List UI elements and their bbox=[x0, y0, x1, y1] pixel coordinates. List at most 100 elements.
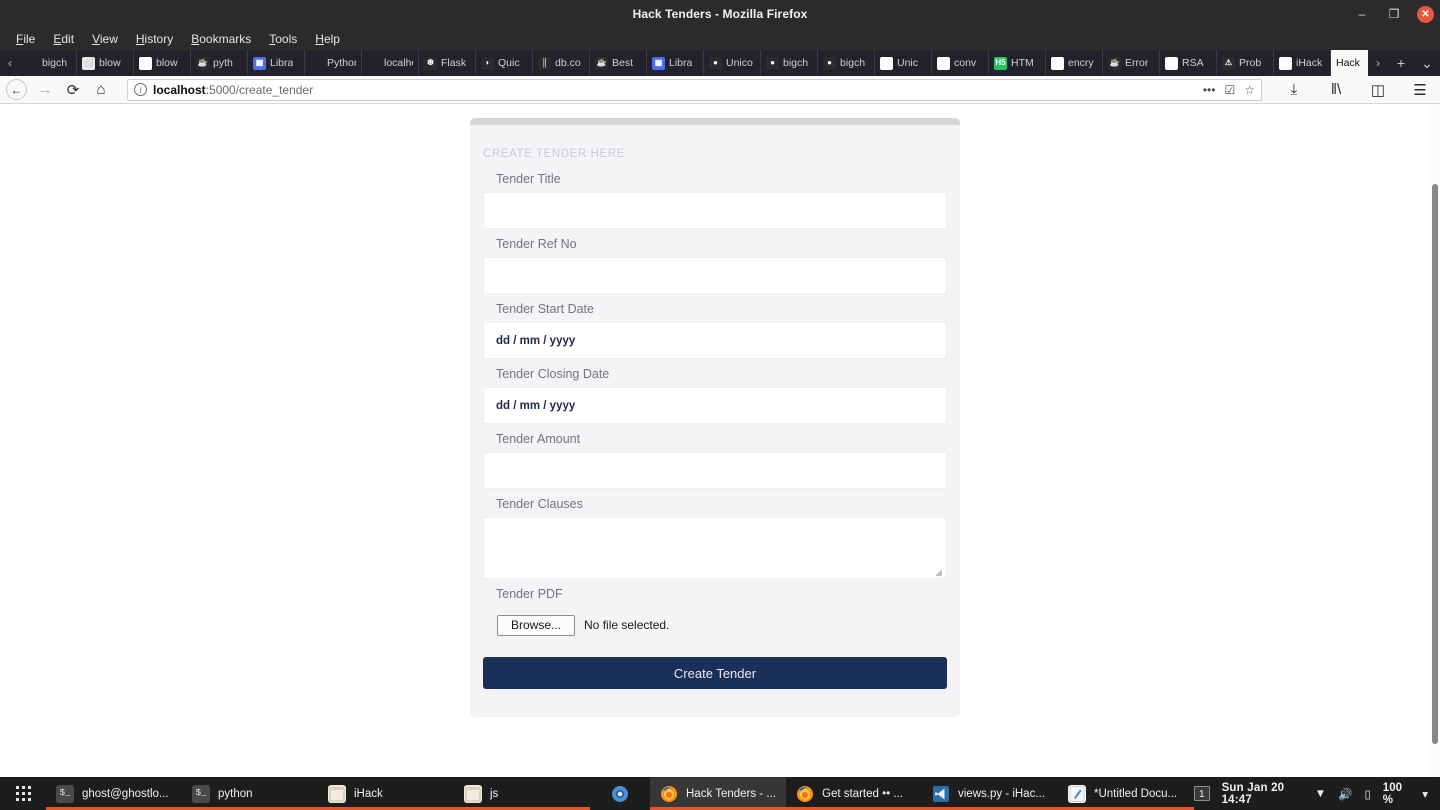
tab-label: iHack bbox=[1296, 57, 1323, 69]
browser-tab[interactable]: ● Unico bbox=[704, 50, 761, 76]
browser-tab[interactable]: localhos bbox=[362, 50, 419, 76]
bookmark-star-icon[interactable]: ☆ bbox=[1244, 83, 1255, 97]
browse-button[interactable]: Browse... bbox=[497, 614, 576, 636]
browser-tab[interactable]: Gconv bbox=[932, 50, 989, 76]
tab-label: Unic bbox=[897, 57, 919, 69]
input-tender-ref-no[interactable] bbox=[483, 257, 947, 294]
close-icon[interactable]: ✕ bbox=[1417, 5, 1434, 23]
create-tender-button[interactable]: Create Tender bbox=[483, 657, 947, 689]
downloads-icon[interactable]: ⤓ bbox=[1280, 78, 1308, 102]
library-icon[interactable]: ‖\ bbox=[1322, 78, 1350, 102]
browser-tab[interactable]: ☕ Error bbox=[1103, 50, 1160, 76]
clock[interactable]: Sun Jan 20 14:47 bbox=[1222, 782, 1303, 806]
menu-item-view[interactable]: View bbox=[84, 30, 126, 48]
input-tender-title[interactable] bbox=[483, 192, 947, 229]
page-scrollbar[interactable] bbox=[1430, 104, 1440, 777]
input-tender-clauses[interactable]: ◢ bbox=[483, 517, 947, 579]
folder-icon bbox=[328, 784, 346, 803]
minimize-icon[interactable]: – bbox=[1353, 5, 1371, 23]
toolbar-right-icons: ⤓ ‖\ ◫ ☰ bbox=[1270, 78, 1434, 102]
browser-tab[interactable]: ☕ Best bbox=[590, 50, 647, 76]
tab-label: bigch bbox=[783, 57, 809, 69]
browser-tab[interactable]: ▦ Libra bbox=[647, 50, 704, 76]
input-tender-pdf[interactable]: Browse... No file selected. bbox=[483, 607, 947, 643]
taskbar-item[interactable]: *Untitled Docu... bbox=[1058, 777, 1194, 810]
tab-label: Best bbox=[612, 57, 634, 69]
browser-tab[interactable]: G Unic bbox=[875, 50, 932, 76]
list-all-tabs-icon[interactable]: ⌄ bbox=[1414, 50, 1440, 76]
hamburger-menu-icon[interactable]: ☰ bbox=[1406, 78, 1434, 102]
card-top-accent-bar bbox=[470, 118, 960, 125]
volume-icon[interactable]: 🔊 bbox=[1338, 787, 1352, 801]
address-bar[interactable]: i localhost:5000/create_tender ••• ☑ ☆ bbox=[127, 78, 1262, 101]
menu-item-file[interactable]: File bbox=[8, 30, 43, 48]
label-tender-clauses: Tender Clauses bbox=[496, 497, 583, 511]
browser-tab[interactable]: H5 HTM bbox=[989, 50, 1046, 76]
browser-tab[interactable]: ◗ Quic bbox=[476, 50, 533, 76]
show-applications-icon[interactable] bbox=[0, 777, 46, 810]
label-tender-amount: Tender Amount bbox=[496, 432, 581, 446]
taskbar-item[interactable]: views.py - iHac... bbox=[922, 777, 1058, 810]
browser-tab[interactable]: G RSA bbox=[1160, 50, 1217, 76]
google-icon: G bbox=[880, 56, 893, 70]
java-icon: ☕ bbox=[196, 56, 209, 70]
browser-tab[interactable]: ⚠ Prob bbox=[1217, 50, 1274, 76]
maximize-icon[interactable]: ❐ bbox=[1385, 5, 1403, 23]
submit-row: Create Tender bbox=[470, 643, 960, 689]
forward-icon[interactable]: → bbox=[31, 78, 59, 102]
database-icon: ║ bbox=[538, 56, 551, 70]
battery-icon[interactable]: ▯ bbox=[1364, 787, 1370, 801]
input-tender-amount[interactable] bbox=[483, 452, 947, 489]
tab-label: Libra bbox=[270, 57, 294, 69]
workspace-indicator[interactable]: 1 bbox=[1194, 786, 1210, 801]
browser-tab[interactable]: DiHack bbox=[1274, 50, 1331, 76]
grid-icon: ▦ bbox=[253, 56, 266, 70]
menu-item-help[interactable]: Help bbox=[307, 30, 348, 48]
taskbar-item[interactable]: Get started •• ... bbox=[786, 777, 922, 810]
taskbar-item[interactable]: Hack Tenders - ... bbox=[650, 777, 786, 810]
browser-tab[interactable]: ⬜ blow bbox=[77, 50, 134, 76]
tab-label: blow bbox=[156, 57, 178, 69]
page-scrollbar-thumb[interactable] bbox=[1432, 184, 1438, 744]
back-icon[interactable]: ← bbox=[6, 79, 27, 100]
input-tender-start-date[interactable]: dd / mm / yyyy bbox=[483, 322, 947, 359]
input-tender-closing-date[interactable]: dd / mm / yyyy bbox=[483, 387, 947, 424]
browser-tab[interactable]: Python a bbox=[305, 50, 362, 76]
resize-grip-icon[interactable]: ◢ bbox=[935, 568, 944, 577]
java-icon: ☕ bbox=[595, 56, 608, 70]
browser-tab[interactable]: bigch bbox=[20, 50, 77, 76]
network-icon[interactable]: ▼ bbox=[1315, 788, 1326, 800]
tab-scroll-left-icon[interactable]: ‹ bbox=[0, 50, 20, 76]
reload-icon[interactable]: ⟳ bbox=[59, 78, 87, 102]
menu-item-history[interactable]: History bbox=[128, 30, 181, 48]
browser-tab[interactable]: Gencry bbox=[1046, 50, 1103, 76]
chromium-icon bbox=[611, 785, 629, 803]
menu-item-tools[interactable]: Tools bbox=[261, 30, 305, 48]
browser-tab[interactable]: ▦ Libra bbox=[248, 50, 305, 76]
browser-tab[interactable]: Gblow bbox=[134, 50, 191, 76]
taskbar-item[interactable] bbox=[590, 777, 650, 810]
browser-tab-bar: ‹ bigch⬜blowGblow☕pyth▦LibraPython aloca… bbox=[0, 50, 1440, 76]
browser-tab[interactable]: ☕ pyth bbox=[191, 50, 248, 76]
browser-tab[interactable]: ║ db.co bbox=[533, 50, 590, 76]
browser-tab[interactable]: ● bigch bbox=[761, 50, 818, 76]
browser-tab[interactable]: ❆ Flask bbox=[419, 50, 476, 76]
tab-scroll-right-icon[interactable]: › bbox=[1368, 50, 1388, 76]
chevron-down-icon[interactable]: ▾ bbox=[1422, 787, 1428, 801]
taskbar-item[interactable]: js bbox=[454, 777, 590, 810]
sidebar-icon[interactable]: ◫ bbox=[1364, 78, 1392, 102]
taskbar-item[interactable]: iHack bbox=[318, 777, 454, 810]
menu-bar: File Edit View History Bookmarks Tools Help bbox=[0, 28, 1440, 50]
new-tab-button[interactable]: + bbox=[1388, 50, 1414, 76]
taskbar-item[interactable]: $_ python bbox=[182, 777, 318, 810]
page-actions-icon[interactable]: ••• bbox=[1203, 83, 1216, 97]
browser-tab[interactable]: ● bigch bbox=[818, 50, 875, 76]
browser-tab-active[interactable]: Hack✕ bbox=[1331, 50, 1368, 76]
firefox-icon bbox=[796, 785, 814, 803]
menu-item-edit[interactable]: Edit bbox=[45, 30, 82, 48]
menu-item-bookmarks[interactable]: Bookmarks bbox=[183, 30, 259, 48]
site-info-icon[interactable]: i bbox=[134, 83, 147, 96]
home-icon[interactable]: ⌂ bbox=[87, 78, 115, 102]
reader-mode-icon[interactable]: ☑ bbox=[1224, 83, 1235, 97]
taskbar-item[interactable]: $_ ghost@ghostlo... bbox=[46, 777, 182, 810]
